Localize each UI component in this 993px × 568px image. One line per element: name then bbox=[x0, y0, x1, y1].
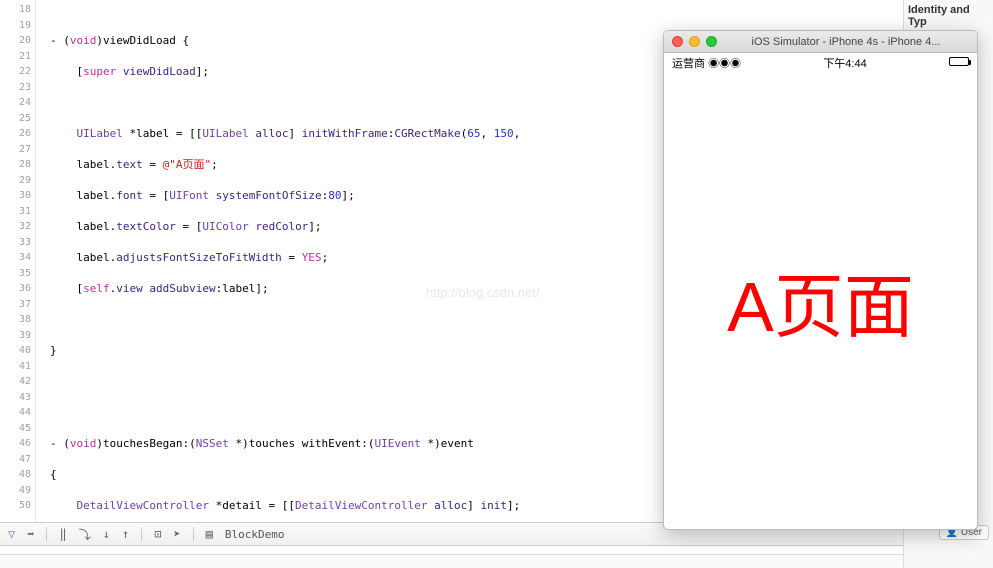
line-gutter: 1819202122232425262728293031323334353637… bbox=[0, 0, 36, 522]
wifi-icon: ◉◉◉ bbox=[708, 58, 741, 70]
close-icon[interactable] bbox=[672, 36, 683, 47]
pause-icon[interactable]: ‖ bbox=[59, 527, 66, 541]
simulator-titlebar[interactable]: iOS Simulator - iPhone 4s - iPhone 4... bbox=[664, 31, 977, 53]
filter-icon[interactable]: ▽ bbox=[8, 527, 15, 541]
breakpoint-icon[interactable]: ➡ bbox=[27, 527, 34, 541]
battery-icon bbox=[949, 57, 969, 69]
location-icon[interactable]: ➤ bbox=[173, 527, 180, 541]
hierarchy-icon[interactable]: ▤ bbox=[206, 527, 213, 541]
simulator-screen[interactable]: A页面 bbox=[664, 73, 977, 529]
maximize-icon[interactable] bbox=[706, 36, 717, 47]
simulator-title: iOS Simulator - iPhone 4s - iPhone 4... bbox=[723, 36, 969, 48]
step-in-icon[interactable]: ↓ bbox=[103, 527, 110, 541]
step-out-icon[interactable]: ↑ bbox=[122, 527, 129, 541]
breadcrumb[interactable]: BlockDemo bbox=[225, 528, 285, 541]
page-label: A页面 bbox=[727, 251, 914, 352]
ios-status-bar: 运营商 ◉◉◉ 下午4:44 bbox=[664, 53, 977, 73]
simulator-window[interactable]: iOS Simulator - iPhone 4s - iPhone 4... … bbox=[663, 30, 978, 530]
minimize-icon[interactable] bbox=[689, 36, 700, 47]
scrollbar[interactable] bbox=[0, 554, 903, 568]
traffic-lights bbox=[672, 36, 717, 47]
view-icon[interactable]: ⊡ bbox=[154, 527, 161, 541]
time-label: 下午4:44 bbox=[823, 55, 866, 71]
inspector-section-title: Identity and Typ bbox=[908, 4, 989, 28]
step-over-icon[interactable]: ⤵ bbox=[79, 526, 91, 543]
carrier-label: 运营商 bbox=[672, 58, 705, 70]
